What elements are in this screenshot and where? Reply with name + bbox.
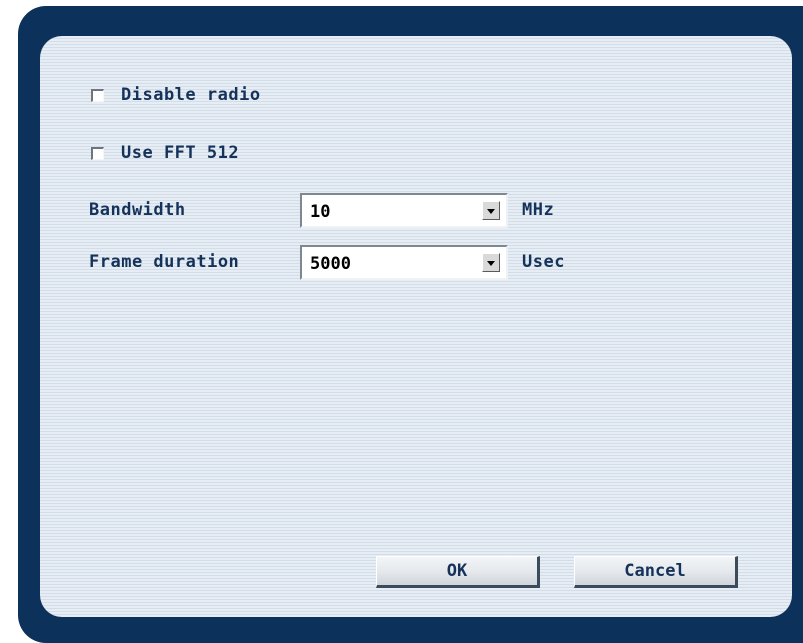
- use-fft512-option[interactable]: Use FFT 512: [91, 142, 239, 164]
- bandwidth-select[interactable]: 10: [300, 193, 508, 228]
- bandwidth-unit: MHz: [522, 200, 555, 220]
- disable-radio-label: Disable radio: [121, 85, 261, 105]
- dialog-panel: [40, 36, 792, 617]
- cancel-button[interactable]: Cancel: [574, 556, 738, 588]
- frame-duration-unit: Usec: [522, 252, 565, 272]
- bandwidth-value: 10: [310, 202, 331, 222]
- ok-button[interactable]: OK: [376, 556, 540, 588]
- disable-radio-option[interactable]: Disable radio: [91, 84, 261, 106]
- frame-duration-value: 5000: [310, 254, 351, 274]
- bandwidth-label: Bandwidth: [89, 200, 186, 220]
- disable-radio-checkbox[interactable]: [91, 88, 104, 102]
- frame-duration-label: Frame duration: [89, 252, 240, 272]
- frame-duration-select[interactable]: 5000: [300, 245, 508, 280]
- use-fft512-label: Use FFT 512: [121, 143, 240, 163]
- bandwidth-dropdown-arrow-icon[interactable]: [482, 201, 500, 220]
- frame-duration-dropdown-arrow-icon[interactable]: [482, 253, 500, 272]
- use-fft512-checkbox[interactable]: [91, 146, 104, 160]
